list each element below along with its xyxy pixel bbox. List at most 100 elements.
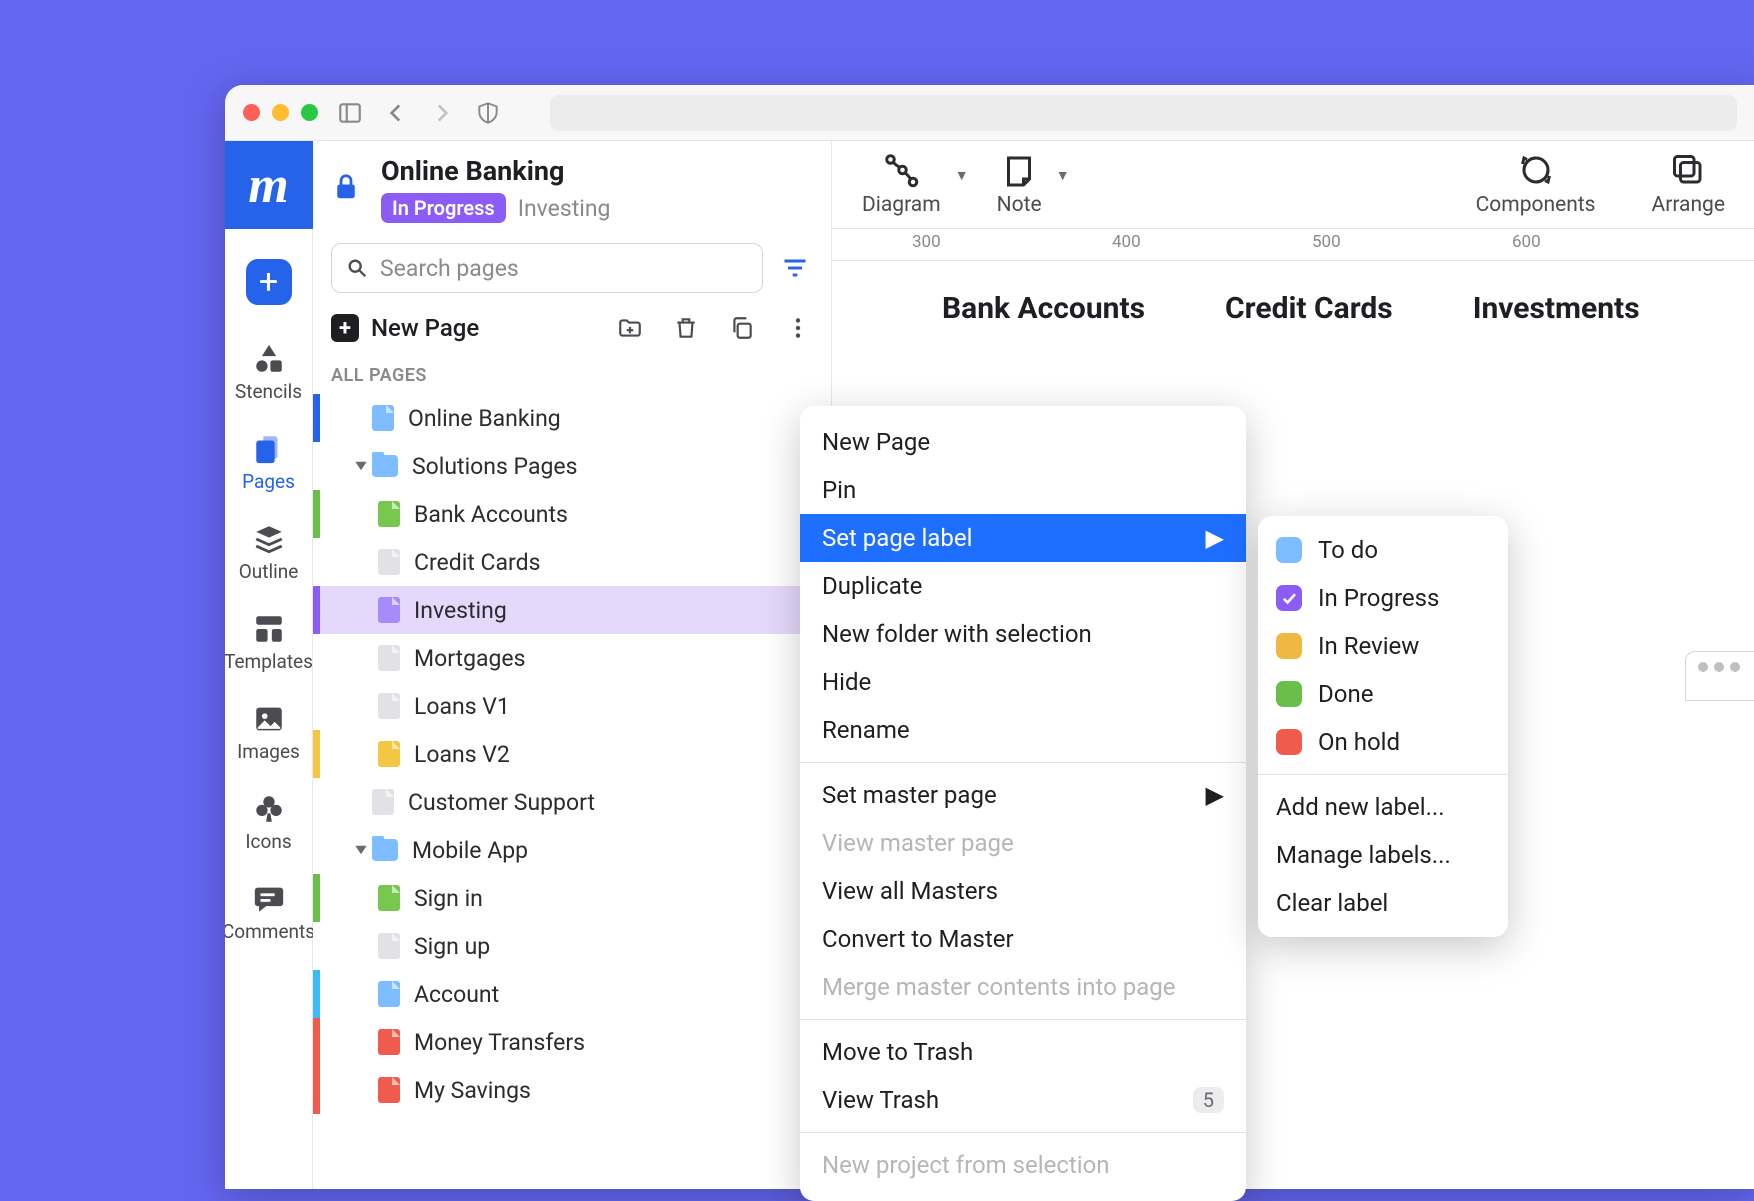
rail-item-stencils[interactable]: Stencils: [225, 327, 312, 417]
tree-page[interactable]: Money Transfers: [313, 1018, 831, 1066]
ctx-item[interactable]: Convert to Master: [800, 915, 1246, 963]
chevron-down-icon[interactable]: ▼: [955, 167, 969, 184]
tool-arrange[interactable]: Arrange: [1652, 151, 1725, 217]
rail-item-icons[interactable]: Icons: [225, 777, 312, 867]
nav-back-icon[interactable]: [382, 99, 410, 127]
sub-clear[interactable]: Clear label: [1258, 879, 1508, 927]
tool-label: Note: [997, 193, 1042, 217]
ctx-item[interactable]: View Trash5: [800, 1076, 1246, 1124]
trash-icon[interactable]: [671, 313, 701, 343]
components-icon: [1516, 151, 1556, 189]
tool-diagram[interactable]: Diagram ▼: [862, 151, 941, 217]
ctx-item[interactable]: Set master page▶: [800, 771, 1246, 819]
tab-bank-accounts[interactable]: Bank Accounts: [942, 291, 1145, 326]
ctx-item[interactable]: Hide: [800, 658, 1246, 706]
tab-credit-cards[interactable]: Credit Cards: [1225, 291, 1393, 326]
folder-icon: [372, 455, 398, 477]
arrange-icon: [1668, 151, 1708, 189]
sub-label-item[interactable]: In Progress: [1258, 574, 1508, 622]
ctx-item[interactable]: New Page: [800, 418, 1246, 466]
newpage-label[interactable]: New Page: [371, 314, 479, 342]
chevron-right-icon: ▶: [1206, 781, 1224, 809]
url-bar[interactable]: [550, 95, 1737, 131]
ctx-item[interactable]: Set page label▶: [800, 514, 1246, 562]
tree-page[interactable]: Loans V2: [313, 730, 831, 778]
sub-label-text: Done: [1318, 680, 1373, 708]
maximize-window[interactable]: [301, 104, 318, 121]
tool-label: Diagram: [862, 193, 941, 217]
rail-add-button[interactable]: +: [225, 245, 312, 319]
shield-icon[interactable]: [474, 99, 502, 127]
page-icon: [372, 405, 394, 431]
ctx-item[interactable]: Rename: [800, 706, 1246, 754]
rail-item-pages[interactable]: Pages: [225, 417, 312, 507]
sub-label-item[interactable]: To do: [1258, 526, 1508, 574]
tree-page[interactable]: Sign in: [313, 874, 831, 922]
tree-page[interactable]: Mortgages: [313, 634, 831, 682]
tree-folder[interactable]: Solutions Pages: [313, 442, 831, 490]
tree-page[interactable]: Investing: [313, 586, 831, 634]
rail-item-images[interactable]: Images: [225, 687, 312, 777]
ctx-item[interactable]: Duplicate: [800, 562, 1246, 610]
tree-page[interactable]: Loans V1: [313, 682, 831, 730]
tool-components[interactable]: Components: [1476, 151, 1596, 217]
left-rail: m + Stencils Pages Outline: [225, 141, 313, 1189]
tree-item-label: Sign in: [414, 885, 483, 912]
page-icon: [378, 1029, 400, 1055]
page-icon: [378, 1077, 400, 1103]
current-page-name: Investing: [518, 195, 611, 222]
tree-page[interactable]: My Savings: [313, 1066, 831, 1114]
search-icon: [346, 257, 368, 279]
tree-page[interactable]: Account: [313, 970, 831, 1018]
close-window[interactable]: [243, 104, 260, 121]
sub-add-new[interactable]: Add new label...: [1258, 783, 1508, 831]
tab-investments[interactable]: Investments: [1473, 291, 1640, 326]
chevron-down-icon[interactable]: ▼: [1056, 167, 1070, 184]
tree-page[interactable]: Credit Cards: [313, 538, 831, 586]
status-badge[interactable]: In Progress: [381, 193, 506, 223]
label-color-swatch: [1276, 585, 1302, 611]
new-folder-icon[interactable]: [615, 313, 645, 343]
rail-item-comments[interactable]: Comments: [225, 867, 312, 957]
tool-note[interactable]: Note ▼: [997, 151, 1042, 217]
page-icon: [378, 885, 400, 911]
ruler-tick: 500: [1312, 232, 1341, 252]
rail-item-templates[interactable]: Templates: [225, 597, 312, 687]
sidebar-toggle-icon[interactable]: [336, 99, 364, 127]
pages-panel: Online Banking In Progress Investing Sea…: [313, 141, 832, 1189]
copy-icon[interactable]: [727, 313, 757, 343]
rail-label: Outline: [239, 560, 299, 583]
filter-button[interactable]: [777, 250, 813, 286]
tree-folder[interactable]: Mobile App: [313, 826, 831, 874]
chevron-down-icon[interactable]: [350, 459, 372, 473]
sub-label-item[interactable]: On hold: [1258, 718, 1508, 766]
panel-header-text: Online Banking In Progress Investing: [381, 155, 610, 223]
outline-icon: [251, 521, 287, 557]
sub-manage[interactable]: Manage labels...: [1258, 831, 1508, 879]
tree-page[interactable]: Sign up: [313, 922, 831, 970]
nav-forward-icon[interactable]: [428, 99, 456, 127]
tree-page[interactable]: Customer Support: [313, 778, 831, 826]
images-icon: [251, 701, 287, 737]
sub-label-text: On hold: [1318, 728, 1400, 756]
shapes-icon: [251, 341, 287, 377]
tree-page[interactable]: Bank Accounts: [313, 490, 831, 538]
sub-label-item[interactable]: Done: [1258, 670, 1508, 718]
ruler-tick: 400: [1112, 232, 1141, 252]
app-logo[interactable]: m: [225, 141, 313, 229]
ctx-item[interactable]: Move to Trash: [800, 1028, 1246, 1076]
sub-label-item[interactable]: In Review: [1258, 622, 1508, 670]
ctx-item[interactable]: View all Masters: [800, 867, 1246, 915]
tool-label: Components: [1476, 193, 1596, 217]
ctx-item: Merge master contents into page: [800, 963, 1246, 1011]
rail-label: Icons: [245, 830, 291, 853]
chevron-down-icon[interactable]: [350, 843, 372, 857]
ctx-item[interactable]: Pin: [800, 466, 1246, 514]
search-input[interactable]: Search pages: [331, 243, 763, 293]
rail-item-outline[interactable]: Outline: [225, 507, 312, 597]
more-icon[interactable]: [783, 313, 813, 343]
ctx-item[interactable]: New folder with selection: [800, 610, 1246, 658]
tree-page[interactable]: Online Banking: [313, 394, 831, 442]
minimize-window[interactable]: [272, 104, 289, 121]
lock-icon: [331, 172, 365, 206]
